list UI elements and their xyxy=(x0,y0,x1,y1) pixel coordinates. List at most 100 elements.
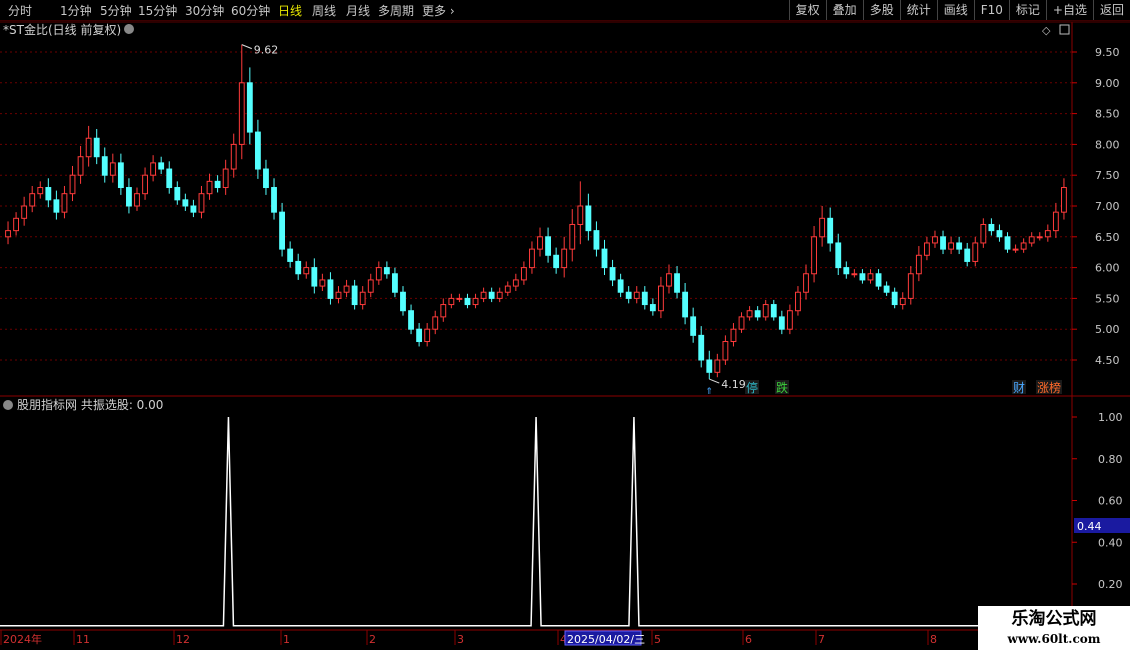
candle-body xyxy=(1052,211,1059,232)
candle-body xyxy=(367,279,374,293)
candle-body xyxy=(940,236,946,250)
candle-body xyxy=(464,297,471,306)
candle-body xyxy=(529,248,535,269)
indicator-axis-label: 0.20 xyxy=(1098,578,1123,591)
candle-body xyxy=(206,180,213,195)
candle-body xyxy=(174,187,181,201)
candle-body xyxy=(77,156,84,176)
candle-body xyxy=(907,273,914,299)
candle-body xyxy=(835,242,842,269)
low-pointer xyxy=(709,378,720,384)
candle-body xyxy=(899,297,906,306)
candle-body xyxy=(811,236,817,275)
candle-body xyxy=(964,248,971,262)
candle-body xyxy=(238,82,245,145)
candle-body xyxy=(271,187,277,213)
candle-body xyxy=(93,137,100,158)
candle-body xyxy=(553,254,560,269)
candle-body xyxy=(690,316,697,336)
chevron-down-icon xyxy=(124,24,134,34)
candle-body xyxy=(359,291,366,306)
candle-body xyxy=(448,297,455,306)
indicator-line xyxy=(0,416,1072,627)
candle-body xyxy=(948,242,955,250)
candle-body xyxy=(972,242,979,262)
price-axis-label: 9.00 xyxy=(1095,77,1120,90)
candle-body xyxy=(754,310,761,318)
candle-body xyxy=(585,205,592,232)
candle-body xyxy=(158,162,165,170)
candle-body xyxy=(246,82,253,133)
candle-body xyxy=(142,174,148,195)
candle-body xyxy=(561,248,568,269)
candle-body xyxy=(295,260,302,275)
candle-body xyxy=(61,193,68,213)
candle-body xyxy=(488,291,495,299)
panel-toggle-icon xyxy=(1059,24,1070,35)
candle-body xyxy=(504,285,511,293)
main-panel-title: *ST金比(日线 前复权) xyxy=(3,22,121,37)
candle-body xyxy=(843,267,850,275)
date-axis-label: 7 xyxy=(818,633,825,646)
candle-body xyxy=(254,131,261,170)
candle-body xyxy=(706,359,713,373)
candle-body xyxy=(649,304,656,312)
watermark-url: www.60lt.com xyxy=(1007,632,1101,646)
candle-body xyxy=(770,304,777,318)
candle-body xyxy=(746,310,753,318)
candle-body xyxy=(1044,230,1051,238)
indicator-axis-label: 0.40 xyxy=(1098,536,1123,549)
candle-body xyxy=(674,273,680,293)
candle-body xyxy=(319,279,326,287)
candle-body xyxy=(432,316,439,330)
watermark: 乐淘公式网 www.60lt.com xyxy=(978,606,1130,650)
candle-body xyxy=(883,285,890,293)
date-axis-label: 11 xyxy=(76,633,90,646)
price-axis-label: 6.00 xyxy=(1095,262,1120,275)
candle-body xyxy=(891,291,898,306)
candle-body xyxy=(625,291,632,299)
candle-body xyxy=(682,291,689,318)
date-axis-label: 2024年 xyxy=(3,632,42,646)
chart-area[interactable]: 9.50 9.00 8.50 8.00 7.50 7.00 6.50 6.00 5.50 5.00… xyxy=(0,0,1130,650)
candle-body xyxy=(698,334,705,361)
candle-body xyxy=(440,304,447,318)
candle-body xyxy=(29,193,36,207)
candle-body xyxy=(109,162,116,176)
price-axis-label: 6.50 xyxy=(1095,231,1120,244)
indicator-axis-label: 0.60 xyxy=(1098,495,1123,508)
candle-body xyxy=(915,254,922,275)
watermark-title: 乐淘公式网 xyxy=(1011,609,1097,629)
candle-body xyxy=(456,297,463,300)
candle-body xyxy=(263,168,269,189)
candle-body xyxy=(472,297,479,306)
candle-body xyxy=(5,230,11,238)
candle-body xyxy=(988,223,995,232)
candle-body xyxy=(496,291,503,299)
date-axis-label: 6 xyxy=(745,633,752,646)
price-axis-label: 7.50 xyxy=(1095,169,1120,182)
event-tag: 停 xyxy=(746,380,758,395)
candle-body xyxy=(617,279,624,293)
candle-body xyxy=(1020,242,1027,250)
candle-body xyxy=(343,285,350,293)
candle-body xyxy=(335,291,342,299)
candle-body xyxy=(795,291,801,312)
candle-body xyxy=(786,310,793,330)
candle-body xyxy=(537,236,543,250)
candle-body xyxy=(722,341,729,361)
candle-body xyxy=(480,291,487,299)
candle-body xyxy=(400,291,406,312)
candle-body xyxy=(1012,248,1019,251)
candle-body xyxy=(101,156,108,176)
price-axis-label: 5.00 xyxy=(1095,323,1120,336)
candle-body xyxy=(577,205,584,225)
candle-body xyxy=(762,304,769,318)
candle-body xyxy=(1004,236,1011,250)
event-tag: 跌 xyxy=(776,380,788,395)
candle-body xyxy=(956,242,963,250)
high-pointer xyxy=(241,44,252,50)
chevron-down-icon xyxy=(3,400,13,410)
indicator-axis-label: 1.00 xyxy=(1098,411,1123,424)
candle-body xyxy=(633,291,640,299)
